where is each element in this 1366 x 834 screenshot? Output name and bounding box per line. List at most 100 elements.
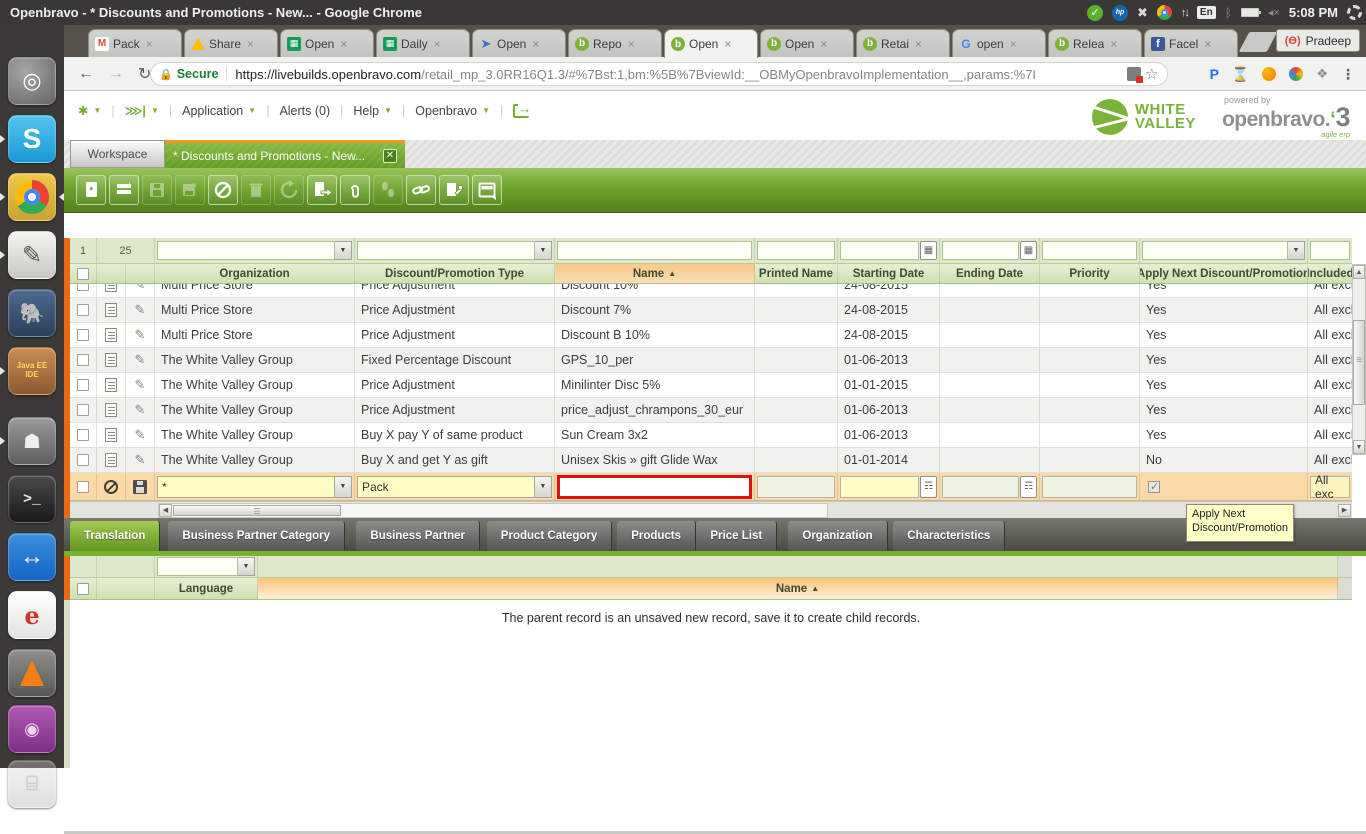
scroll-right-icon[interactable]: ▶ <box>1338 504 1351 517</box>
row-checkbox[interactable] <box>77 379 89 391</box>
extension-puzzle-icon[interactable]: ❖ <box>1316 66 1328 82</box>
column-header-priority[interactable]: Priority <box>1040 264 1140 283</box>
filter-apply-next-dropdown[interactable]: ▼ <box>1288 241 1305 260</box>
grid-row[interactable]: ✎The White Valley GroupPrice Adjustmentp… <box>70 398 1352 423</box>
form-view-icon[interactable] <box>105 353 117 367</box>
grid-row[interactable]: ✎Multi Price StorePrice AdjustmentDiscou… <box>70 284 1352 298</box>
filter-starting-date[interactable] <box>840 241 919 260</box>
child-tab-products[interactable]: Products <box>617 521 696 551</box>
edit-pencil-icon[interactable]: ✎ <box>135 352 146 368</box>
clock[interactable]: 5:08 PM <box>1289 5 1338 20</box>
form-view-icon[interactable] <box>105 453 117 467</box>
row-checkbox[interactable] <box>70 373 97 397</box>
edit-pencil-icon[interactable]: ✎ <box>126 348 155 372</box>
launcher-file-cabinet-icon[interactable]: ☗ <box>8 417 56 465</box>
launcher-trash-icon[interactable]: ⌸ <box>8 760 56 808</box>
filter-apply-next[interactable] <box>1142 241 1288 260</box>
app-indicator-icon[interactable]: ✖ <box>1137 5 1148 21</box>
edit-pencil-icon[interactable]: ✎ <box>126 448 155 472</box>
secure-label[interactable]: Secure <box>177 67 228 81</box>
ending-date-input[interactable] <box>942 476 1019 498</box>
extension-colorwheel-icon[interactable] <box>1289 67 1303 81</box>
filter-type[interactable] <box>357 241 535 260</box>
edit-pencil-icon[interactable]: ✎ <box>135 327 146 343</box>
cancel-icon[interactable] <box>104 480 118 494</box>
filter-included[interactable] <box>1310 241 1350 260</box>
name-input[interactable] <box>557 475 752 499</box>
form-view-icon[interactable] <box>105 378 117 392</box>
tab-close-icon[interactable]: × <box>1110 37 1117 51</box>
browser-tab-open[interactable]: ➤Open× <box>472 29 566 57</box>
cancel-edit-cell[interactable] <box>97 473 126 500</box>
extension-orange-icon[interactable] <box>1262 67 1276 81</box>
browser-tab-pack[interactable]: MPack× <box>88 29 182 57</box>
grid-row[interactable]: ✎Multi Price StorePrice AdjustmentDiscou… <box>70 298 1352 323</box>
tab-close-icon[interactable]: × <box>915 37 922 51</box>
chrome-menu-icon[interactable]: ⋮ <box>1341 66 1356 83</box>
edit-pencil-icon[interactable]: ✎ <box>135 377 146 393</box>
tab-close-icon[interactable]: × <box>434 37 441 51</box>
select-all-checkbox[interactable] <box>77 268 89 280</box>
attachment-button[interactable] <box>340 175 370 205</box>
column-header-printed-name[interactable]: Printed Name <box>755 264 838 283</box>
grid-row[interactable]: ✎The White Valley GroupFixed Percentage … <box>70 348 1352 373</box>
launcher-skype-icon[interactable]: S <box>8 115 56 163</box>
column-header-language[interactable]: Language <box>155 578 258 599</box>
edit-pencil-icon[interactable]: ✎ <box>135 284 146 293</box>
browser-tab-relea[interactable]: bRelea× <box>1048 29 1142 57</box>
row-checkbox[interactable] <box>77 454 89 466</box>
skype-status-icon[interactable]: ✓ <box>1087 5 1103 21</box>
filter-organization-dropdown[interactable]: ▼ <box>335 241 352 260</box>
browser-tab-facel[interactable]: fFacel× <box>1144 29 1238 57</box>
filter-language[interactable] <box>157 557 238 576</box>
form-view-icon[interactable] <box>105 284 117 292</box>
row-checkbox[interactable] <box>77 429 89 441</box>
edit-pencil-icon[interactable]: ✎ <box>126 398 155 422</box>
filter-language-dropdown[interactable]: ▼ <box>238 557 255 576</box>
help-menu[interactable]: Help▼ <box>353 104 392 118</box>
back-button[interactable]: ← <box>78 65 94 83</box>
type-combo[interactable]: Pack <box>357 476 535 498</box>
filter-priority[interactable] <box>1042 241 1137 260</box>
quick-launch-menu[interactable]: ⋙|▼ <box>125 103 159 118</box>
form-view-icon[interactable] <box>105 428 117 442</box>
browser-tab-retai[interactable]: bRetai× <box>856 29 950 57</box>
tab-workspace[interactable]: Workspace <box>70 140 165 168</box>
hp-icon[interactable]: hp <box>1112 5 1128 21</box>
form-view-icon[interactable] <box>97 323 126 347</box>
quick-create-menu[interactable]: ✱▼ <box>78 103 101 118</box>
save-row-cell[interactable] <box>126 473 155 500</box>
calendar-icon[interactable]: ☶ <box>1020 476 1037 498</box>
bookmark-star-icon[interactable]: ☆ <box>1145 65 1159 83</box>
edit-pencil-icon[interactable]: ✎ <box>126 298 155 322</box>
row-checkbox[interactable] <box>70 348 97 372</box>
row-checkbox[interactable] <box>77 304 89 316</box>
tab-close-icon[interactable]: × <box>724 37 731 51</box>
browser-tab-open[interactable]: bOpen× <box>760 29 854 57</box>
export-button[interactable] <box>307 175 337 205</box>
edit-pencil-icon[interactable]: ✎ <box>126 323 155 347</box>
horizontal-scrollbar[interactable]: ◀ ☰ ▶ <box>70 501 1352 518</box>
form-view-icon[interactable] <box>97 373 126 397</box>
browser-tab-repo[interactable]: bRepo× <box>568 29 662 57</box>
calendar-icon[interactable]: ▦ <box>1020 241 1037 260</box>
vertical-scroll-thumb[interactable] <box>1353 320 1365 405</box>
profile-button[interactable]: (Ɵ) Pradeep <box>1276 29 1360 52</box>
column-header-organization[interactable]: Organization <box>155 264 355 283</box>
content-blocked-icon[interactable] <box>1127 67 1141 81</box>
column-header-child-name[interactable]: Name▲ <box>258 578 1338 599</box>
filter-ending-date[interactable] <box>942 241 1019 260</box>
tab-close-icon[interactable]: × <box>1010 37 1017 51</box>
grid-row[interactable]: ✎The White Valley GroupPrice AdjustmentM… <box>70 373 1352 398</box>
launcher-vlc-icon[interactable] <box>8 649 56 697</box>
launcher-postgresql-icon[interactable]: 🐘 <box>8 289 56 337</box>
row-checkbox[interactable] <box>77 404 89 416</box>
edit-pencil-icon[interactable]: ✎ <box>135 427 146 443</box>
battery-icon[interactable] <box>1241 8 1259 17</box>
row-checkbox[interactable] <box>70 298 97 322</box>
scroll-down-icon[interactable]: ▼ <box>1353 440 1365 454</box>
filter-type-dropdown[interactable]: ▼ <box>535 241 552 260</box>
form-view-icon[interactable] <box>97 284 126 297</box>
vertical-scrollbar[interactable]: ▲ ▼ <box>1352 264 1366 455</box>
omnibox[interactable]: 🔒 Secure https://livebuilds.openbravo.co… <box>150 62 1168 86</box>
